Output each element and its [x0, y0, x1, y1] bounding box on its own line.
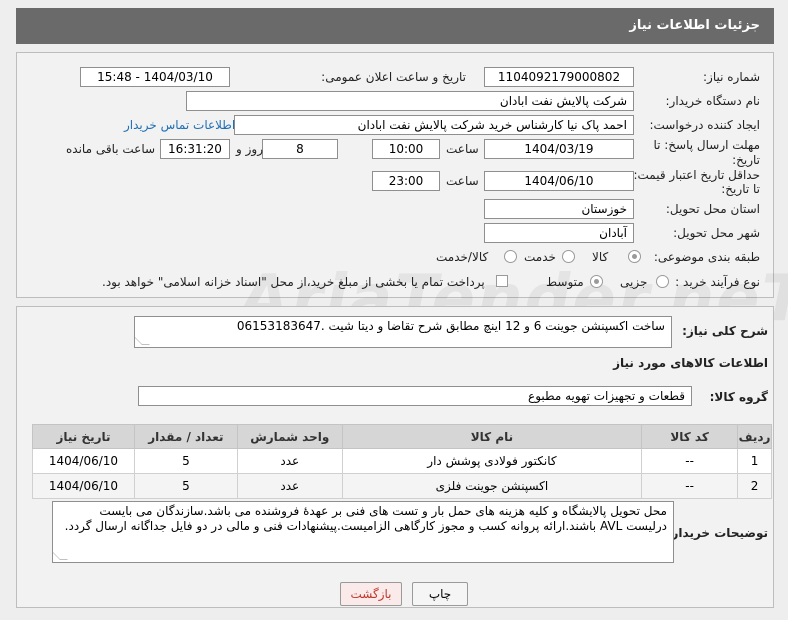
col-code: کد کالا [641, 424, 739, 449]
announce-datetime-field: 1404/03/10 - 15:48 [80, 67, 230, 87]
table-row: 2 -- اکسپنشن جوینت فلزی عدد 5 1404/06/10 [32, 473, 772, 499]
buyer-notes-textarea: محل تحویل پالایشگاه و کلیه هزینه های حمل… [52, 501, 674, 563]
summary-text: ساخت اکسپنشن جوینت 6 و 12 اینچ مطابق شرح… [236, 319, 665, 333]
buyer-contact-link[interactable]: اطلاعات تماس خریدار [124, 118, 235, 132]
buyer-notes-label: توضیحات خریدار: [666, 526, 768, 540]
deadline-date-field: 1404/03/19 [484, 139, 634, 159]
city-label: شهر محل تحویل: [673, 226, 760, 240]
process-minor-radio[interactable] [656, 275, 669, 288]
col-need-date: تاریخ نیاز [32, 424, 135, 449]
requester-label: ایجاد کننده درخواست: [649, 118, 760, 132]
goods-group-label: گروه کالا: [709, 390, 768, 404]
category-service-radio[interactable] [562, 250, 575, 263]
cell-quantity: 5 [133, 473, 238, 499]
cell-unit: عدد [236, 473, 343, 499]
deadline-label: مهلت ارسال پاسخ: تا [653, 138, 760, 152]
category-goods-label: کالا [592, 250, 609, 264]
col-row: ردیف [737, 424, 772, 449]
deadline-time-label: ساعت [446, 142, 479, 156]
table-row: 1 -- کانکتور فولادی پوشش دار عدد 5 1404/… [32, 448, 772, 474]
cell-name: اکسپنشن جوینت فلزی [341, 473, 643, 499]
buyer-notes-text: محل تحویل پالایشگاه و کلیه هزینه های حمل… [64, 504, 667, 533]
goods-group-field: قطعات و تجهیزات تهویه مطبوع [138, 386, 692, 406]
validity-time-label: ساعت [446, 174, 479, 188]
province-field: خوزستان [484, 199, 634, 219]
cell-need-date: 1404/06/10 [32, 448, 135, 474]
validity-label-date: تا تاریخ: [721, 182, 760, 196]
validity-time-field: 23:00 [372, 171, 440, 191]
validity-date-field: 1404/06/10 [484, 171, 634, 191]
page-header: جزئیات اطلاعات نیاز [16, 8, 774, 44]
buyer-org-field: شرکت پالایش نفت ابادان [186, 91, 634, 111]
deadline-label-date: تاریخ: [732, 153, 760, 167]
goods-table-header: ردیف کد کالا نام کالا واحد شمارش تعداد /… [32, 424, 772, 449]
category-label: طبقه بندی موضوعی: [653, 250, 760, 264]
summary-label: شرح کلی نیاز: [682, 324, 768, 338]
cell-unit: عدد [236, 448, 343, 474]
col-name: نام کالا [341, 424, 643, 449]
process-minor-label: جزیی [620, 275, 648, 289]
category-goods-service-label: کالا/خدمت [436, 250, 489, 264]
deadline-time-field: 10:00 [372, 139, 440, 159]
days-field: 8 [262, 139, 338, 159]
process-medium-label: متوسط [546, 275, 584, 289]
announce-label: تاریخ و ساعت اعلان عمومی: [321, 70, 466, 84]
print-button[interactable]: چاپ [412, 582, 468, 606]
cell-code: -- [641, 448, 739, 474]
city-field: آبادان [484, 223, 634, 243]
need-number-label: شماره نیاز: [703, 70, 760, 84]
col-quantity: تعداد / مقدار [133, 424, 238, 449]
cell-quantity: 5 [133, 448, 238, 474]
validity-label: حداقل تاریخ اعتبار قیمت: [633, 168, 760, 182]
page-title: جزئیات اطلاعات نیاز [629, 18, 760, 33]
goods-section-title: اطلاعات کالاهای مورد نیاز [613, 356, 768, 370]
cell-row: 1 [737, 448, 772, 474]
remaining-time-field: 16:31:20 [160, 139, 230, 159]
cell-code: -- [641, 473, 739, 499]
cell-name: کانکتور فولادی پوشش دار [341, 448, 643, 474]
need-number-field: 1104092179000802 [484, 67, 634, 87]
days-label: روز و [236, 142, 263, 156]
goods-table: ردیف کد کالا نام کالا واحد شمارش تعداد /… [32, 424, 772, 499]
process-medium-radio[interactable] [590, 275, 603, 288]
category-goods-service-radio[interactable] [504, 250, 517, 263]
category-service-label: خدمت [524, 250, 556, 264]
treasury-payment-checkbox[interactable] [496, 275, 508, 287]
requester-field: احمد پاک نیا کارشناس خرید شرکت پالایش نف… [234, 115, 634, 135]
process-label: نوع فرآیند خرید : [675, 275, 760, 289]
resize-grip-icon [53, 552, 68, 560]
resize-grip-icon [135, 337, 150, 345]
cell-need-date: 1404/06/10 [32, 473, 135, 499]
province-label: استان محل تحویل: [665, 202, 760, 216]
summary-textarea: ساخت اکسپنشن جوینت 6 و 12 اینچ مطابق شرح… [134, 316, 672, 348]
cell-row: 2 [737, 473, 772, 499]
remaining-label: ساعت باقی مانده [66, 142, 156, 156]
col-unit: واحد شمارش [236, 424, 343, 449]
payment-note: پرداخت تمام یا بخشی از مبلغ خرید،از محل … [102, 275, 485, 289]
back-button[interactable]: بازگشت [340, 582, 402, 606]
buyer-org-label: نام دستگاه خریدار: [665, 94, 761, 108]
category-goods-radio[interactable] [628, 250, 641, 263]
